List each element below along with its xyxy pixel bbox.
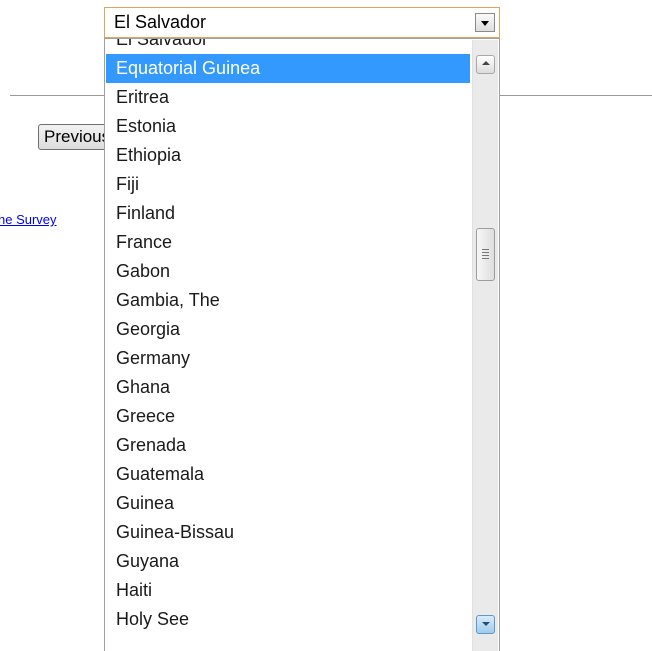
dropdown-option[interactable]: Ethiopia (106, 141, 470, 170)
dropdown-option[interactable]: Georgia (106, 315, 470, 344)
option-list: El Salvador Equatorial Guinea Eritrea Eston… (106, 39, 470, 634)
grip-line (482, 255, 489, 256)
scrollbar[interactable] (472, 40, 498, 651)
scroll-down-arrow-icon[interactable] (476, 615, 495, 634)
page: Previous he Survey El Salvador El Salvad… (0, 0, 652, 651)
dropdown-option[interactable]: France (106, 228, 470, 257)
dropdown-option[interactable]: Guyana (106, 547, 470, 576)
chevron-down-icon[interactable] (475, 13, 495, 32)
survey-link[interactable]: he Survey (0, 212, 57, 227)
scrollbar-thumb[interactable] (476, 228, 495, 281)
dropdown-option[interactable]: Grenada (106, 431, 470, 460)
dropdown-option[interactable]: Haiti (106, 576, 470, 605)
scroll-up-arrow-icon[interactable] (476, 55, 495, 74)
country-select[interactable]: El Salvador (104, 7, 500, 38)
dropdown-option[interactable]: Fiji (106, 170, 470, 199)
dropdown-option[interactable]: El Salvador (106, 39, 470, 54)
dropdown-option[interactable]: Greece (106, 402, 470, 431)
country-dropdown-list[interactable]: El Salvador Equatorial Guinea Eritrea Eston… (104, 38, 500, 651)
grip-line (482, 258, 489, 259)
dropdown-option[interactable]: Guinea (106, 489, 470, 518)
dropdown-option[interactable]: Eritrea (106, 83, 470, 112)
dropdown-option[interactable]: Estonia (106, 112, 470, 141)
grip-line (482, 249, 489, 250)
dropdown-option[interactable]: Ghana (106, 373, 470, 402)
dropdown-option[interactable]: Guatemala (106, 460, 470, 489)
dropdown-option[interactable]: Gabon (106, 257, 470, 286)
dropdown-option[interactable]: Equatorial Guinea (106, 54, 470, 83)
dropdown-option[interactable]: Guinea-Bissau (106, 518, 470, 547)
dropdown-option[interactable]: Finland (106, 199, 470, 228)
dropdown-option[interactable]: Gambia, The (106, 286, 470, 315)
dropdown-option[interactable]: Germany (106, 344, 470, 373)
dropdown-option[interactable]: Holy See (106, 605, 470, 634)
grip-line (482, 252, 489, 253)
country-select-value: El Salvador (114, 12, 207, 32)
